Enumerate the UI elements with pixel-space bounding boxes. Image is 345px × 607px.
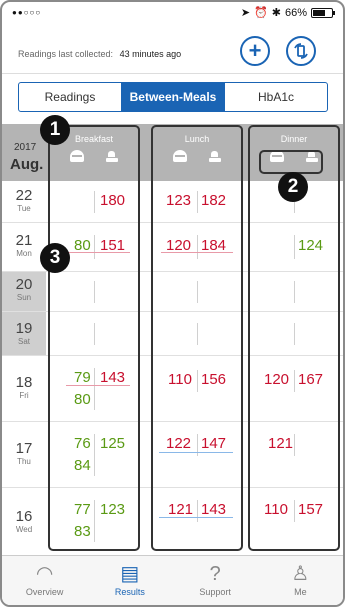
callout-badge-3: 3 [40,243,70,273]
weekday: Sun [16,293,32,302]
tab-overview-label: Overview [25,587,64,597]
year-label: 2017 [14,142,37,153]
day-number: 17 [15,440,33,457]
weekday: Fri [19,391,29,400]
weekday: Sat [17,337,30,346]
day-number: 16 [15,508,33,525]
day-number: 21 [15,232,33,249]
tab-results-label: Results [114,587,145,597]
day-cell: 20 Sun [2,272,46,311]
weekday: Thu [17,457,31,466]
day-cell: 21 Mon [2,223,46,271]
last-collected: Readings last collected: 43 minutes ago [18,49,181,59]
last-collected-label: Readings last collected: [18,49,114,59]
tab-overview[interactable]: ◠ Overview [2,556,87,605]
view-segmented-control: Readings Between-Meals HbA1c [18,82,328,112]
sync-phone-icon [294,43,308,59]
help-chat-icon: ? [209,563,221,585]
bottom-tab-bar: ◠ Overview ▤ Results ? Support ♙ Me [2,555,343,605]
signal-indicator: ●●○○○ [12,8,42,17]
meal-icons-outline [259,150,323,174]
tab-support-label: Support [199,587,231,597]
battery-percent: 66% [284,6,307,19]
weekday: Wed [15,525,33,534]
tab-hba1c[interactable]: HbA1c [225,83,327,111]
day-number: 19 [15,320,33,337]
battery-icon [311,7,335,18]
add-reading-button[interactable]: + [240,36,270,66]
last-collected-value: 43 minutes ago [119,49,182,59]
breakfast-column-outline [48,125,140,551]
day-number: 20 [15,276,33,293]
status-bar: ●●○○○ ➤ ⏰ ✱ 66% [2,2,343,24]
weekday: Tue [17,204,31,213]
tab-me[interactable]: ♙ Me [258,556,343,605]
day-cell: 19 Sat [2,312,46,355]
tab-results[interactable]: ▤ Results [87,556,172,605]
tab-me-label: Me [294,587,307,597]
day-cell: 17 Thu [2,422,46,487]
month-label: Aug. [10,156,44,173]
sync-button[interactable] [286,36,316,66]
tab-support[interactable]: ? Support [173,556,258,605]
alarm-icon: ⏰ [254,7,268,19]
tab-between-meals[interactable]: Between-Meals [122,83,225,111]
plus-circle-icon: + [248,38,262,63]
status-right: ➤ ⏰ ✱ 66% [240,6,335,19]
location-icon: ➤ [240,7,251,19]
gauge-icon: ◠ [35,563,54,585]
tab-readings[interactable]: Readings [19,83,122,111]
day-cell: 18 Fri [2,356,46,421]
bluetooth-icon: ✱ [271,7,281,19]
day-cell: 16 Wed [2,488,46,555]
person-icon: ♙ [291,563,310,585]
day-number: 18 [15,374,33,391]
document-icon: ▤ [120,563,140,585]
callout-badge-2: 2 [278,172,308,202]
header: Readings last collected: 43 minutes ago … [2,24,343,74]
callout-badge-1: 1 [40,115,70,145]
day-cell: 22 Tue [2,181,46,222]
lunch-column-outline [151,125,243,551]
phone-frame: ●●○○○ ➤ ⏰ ✱ 66% Readings last collected:… [0,0,345,607]
day-number: 22 [15,187,33,204]
